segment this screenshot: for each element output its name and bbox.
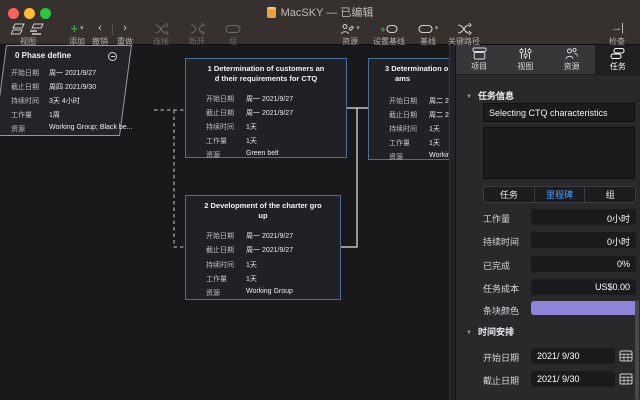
network-diagram-canvas[interactable]: 0 Phase define 开始日期周一 2021/9/27 截止日期周四 2… xyxy=(0,45,449,400)
disconnect-icon xyxy=(190,23,205,35)
segment-task[interactable]: 任务 xyxy=(484,187,534,202)
gantt-view-icon xyxy=(29,23,45,35)
node-task-3[interactable]: 3 Determination oams 开始日期周二 20 截止日期周二 20… xyxy=(368,58,449,160)
people-icon xyxy=(564,47,579,60)
project-icon xyxy=(472,47,487,60)
node-title: 3 Determination oams xyxy=(369,64,449,84)
node-task-2[interactable]: 2 Development of the charter group 开始日期周… xyxy=(185,195,341,300)
disclosure-triangle-icon: ▼ xyxy=(466,330,472,336)
chevron-down-icon: ▾ xyxy=(80,22,84,35)
baseline-icon xyxy=(418,23,433,35)
bar-color-row: 条块颜色 xyxy=(456,301,640,317)
node-phase-define[interactable]: 0 Phase define 开始日期周一 2021/9/27 截止日期周四 2… xyxy=(0,45,132,136)
plus-icon: + xyxy=(70,23,78,34)
start-date-row: 开始日期 2021/ 9/30 xyxy=(456,348,640,364)
view-sliders-icon xyxy=(518,47,533,60)
completed-field[interactable]: 0% xyxy=(531,256,636,272)
inspect-button[interactable]: →| 检查 xyxy=(602,22,632,47)
bar-color-swatch[interactable] xyxy=(531,301,639,315)
tab-project[interactable]: 项目 xyxy=(456,45,502,74)
undo-icon: ‹ xyxy=(98,22,102,35)
critical-path-icon xyxy=(457,23,472,35)
duration-row: 持续时间 0小时 xyxy=(456,232,640,248)
segment-milestone[interactable]: 里程碑 xyxy=(534,187,585,202)
redo-button[interactable]: › 重做 xyxy=(113,22,137,47)
work-field[interactable]: 0小时 xyxy=(531,209,636,225)
start-date-field[interactable]: 2021/ 9/30 xyxy=(531,348,615,364)
task-cards-icon xyxy=(610,47,625,60)
segment-group[interactable]: 组 xyxy=(584,187,635,202)
toolbar: 视图 +▾ 添加 ‹ 撤销 › 重做 连接 断开 组 ▾ 资源 xyxy=(0,21,640,45)
resource-button[interactable]: ▾ 资源 xyxy=(332,22,368,47)
phase-dashed-connector xyxy=(154,110,185,247)
node-task-1[interactable]: 1 Determination of customers and their r… xyxy=(185,58,347,158)
task-info-section-header[interactable]: ▼任务信息 xyxy=(466,89,514,102)
window-header: MacSKY — 已编辑 视图 +▾ 添加 ‹ 撤销 › 重做 连接 xyxy=(0,0,640,45)
tab-resources[interactable]: 资源 xyxy=(549,45,595,74)
task-notes-textarea[interactable] xyxy=(483,127,635,179)
duration-field[interactable]: 0小时 xyxy=(531,232,636,248)
chevron-down-icon: ▾ xyxy=(435,22,439,35)
work-row: 工作量 0小时 xyxy=(456,209,640,225)
tab-view[interactable]: 视图 xyxy=(502,45,548,74)
completed-row: 已完成 0% xyxy=(456,256,640,272)
view-switch-button[interactable]: 视图 xyxy=(6,22,50,47)
connect-button[interactable]: 连接 xyxy=(146,22,176,47)
connect-icon xyxy=(154,23,169,35)
group-button[interactable]: 组 xyxy=(219,22,247,47)
end-date-field[interactable]: 2021/ 9/30 xyxy=(531,371,615,387)
set-baseline-button[interactable]: + 设置基线 xyxy=(368,22,410,47)
end-date-row: 截止日期 2021/ 9/30 xyxy=(456,371,640,387)
redo-icon: › xyxy=(123,22,127,35)
set-baseline-icon: + xyxy=(380,23,398,35)
inspector-tabs: 项目 视图 资源 任务 xyxy=(456,45,640,75)
calendar-icon[interactable] xyxy=(619,372,633,390)
window-title: MacSKY — 已编辑 xyxy=(0,4,640,20)
disclosure-triangle-icon: ▼ xyxy=(466,94,472,100)
task-type-segmented-control: 任务 里程碑 组 xyxy=(483,186,636,203)
titlebar: MacSKY — 已编辑 xyxy=(0,0,640,21)
inspector-sidebar: 项目 视图 资源 任务 ▼任务信息 任务 里程碑 组 工作量 0小时 持续时间 … xyxy=(455,45,640,400)
baseline-button[interactable]: ▾ 基线 xyxy=(412,22,444,47)
schedule-section-header[interactable]: ▼时间安排 xyxy=(466,325,514,338)
group-icon xyxy=(225,23,241,35)
svg-text:+: + xyxy=(380,25,386,35)
critical-path-button[interactable]: 关键路径 xyxy=(442,22,486,47)
tab-task[interactable]: 任务 xyxy=(595,45,640,74)
document-icon xyxy=(267,7,276,18)
node-title: 2 Development of the charter group xyxy=(186,201,340,221)
node-title: 1 Determination of customers and their r… xyxy=(186,64,346,84)
disconnect-button[interactable]: 断开 xyxy=(182,22,212,47)
task-cost-field[interactable]: US$0.00 xyxy=(531,279,636,295)
inspect-icon: →| xyxy=(611,22,623,35)
sidebar-scrollbar-thumb[interactable] xyxy=(635,300,639,400)
resource-person-icon xyxy=(340,23,354,35)
network-view-icon xyxy=(11,23,27,35)
collapse-icon[interactable] xyxy=(108,52,117,61)
chevron-down-icon: ▾ xyxy=(356,22,360,35)
undo-button[interactable]: ‹ 撤销 xyxy=(88,22,112,47)
task-cost-row: 任务成本 US$0.00 xyxy=(456,279,640,295)
node-title: 0 Phase define xyxy=(1,51,125,61)
task-name-input[interactable] xyxy=(483,103,635,122)
calendar-icon[interactable] xyxy=(619,349,633,367)
